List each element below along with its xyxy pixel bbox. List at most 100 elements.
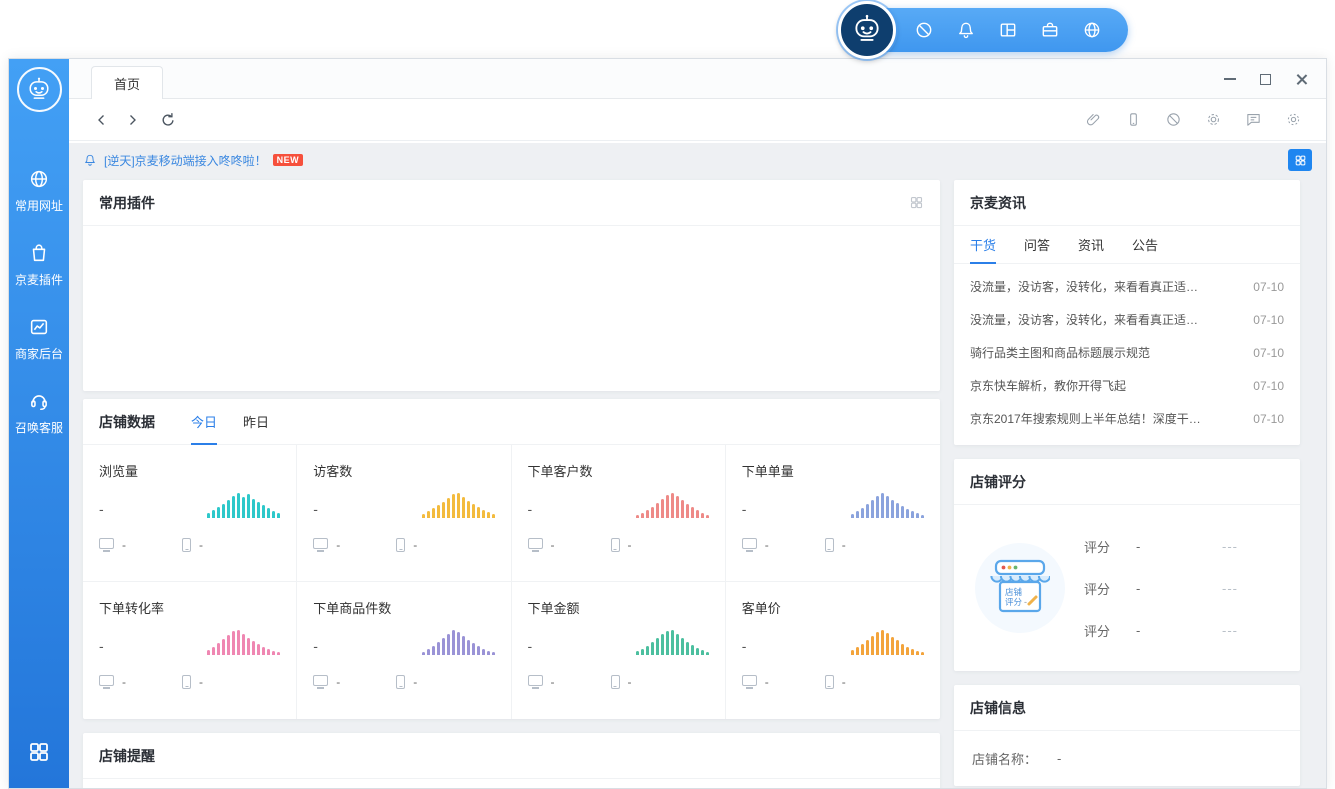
sidebar-item-call-service[interactable]: 召唤客服 bbox=[15, 390, 63, 436]
apps-grid-button[interactable] bbox=[27, 740, 51, 764]
mobile-button[interactable] bbox=[1125, 111, 1142, 128]
refresh-icon bbox=[159, 111, 177, 129]
sidebar-item-label: 常用网址 bbox=[15, 197, 63, 214]
shop-illustration-label: 店铺 bbox=[1005, 587, 1023, 597]
card-header: 京麦资讯 bbox=[954, 180, 1300, 226]
mobile-icon bbox=[396, 675, 405, 689]
shop-data-card: 店铺数据 今日 昨日 浏览量 - bbox=[83, 399, 940, 719]
mobile-metric: - bbox=[396, 538, 417, 552]
new-badge: NEW bbox=[273, 154, 304, 166]
tab-home[interactable]: 首页 bbox=[91, 66, 163, 99]
announcement-action-button[interactable] bbox=[1288, 149, 1312, 171]
news-item[interactable]: 京东2017年搜索规则上半年总结！深度干… 07-10 bbox=[970, 402, 1284, 435]
layout-button[interactable] bbox=[998, 20, 1018, 40]
news-tab-qa[interactable]: 问答 bbox=[1024, 226, 1050, 264]
metric-cell-order-customers: 下单客户数 - - - bbox=[512, 445, 726, 582]
news-item-title: 京东快车解析，教你开得飞起 bbox=[970, 377, 1241, 394]
pc-metric: - bbox=[99, 538, 126, 552]
metric-sparkline bbox=[422, 492, 495, 518]
mobile-icon bbox=[182, 538, 191, 552]
toolbox-icon bbox=[1040, 20, 1060, 40]
news-tab-dry-goods[interactable]: 干货 bbox=[970, 226, 996, 264]
news-tab-announcement[interactable]: 公告 bbox=[1132, 226, 1158, 264]
grid-apps-icon bbox=[27, 740, 51, 764]
back-button[interactable] bbox=[93, 111, 111, 129]
app-window: 常用网址 京麦插件 商家后台 召唤客服 bbox=[8, 58, 1327, 789]
news-item-date: 07-10 bbox=[1253, 379, 1284, 393]
shop-illustration: 店铺 评分 - bbox=[972, 540, 1068, 636]
metric-label: 下单商品件数 bbox=[313, 598, 494, 617]
circle-slash-button[interactable] bbox=[914, 20, 934, 40]
maximize-button[interactable] bbox=[1260, 74, 1271, 85]
metric-value: - bbox=[742, 501, 747, 518]
network-button[interactable] bbox=[1082, 20, 1102, 40]
sidebar-item-common-sites[interactable]: 常用网址 bbox=[15, 168, 63, 214]
metric-value: - bbox=[528, 638, 533, 655]
metric-value: - bbox=[528, 501, 533, 518]
metric-label: 客单价 bbox=[742, 598, 924, 617]
rating-label: 评分 bbox=[1084, 579, 1110, 598]
desktop-icon bbox=[313, 675, 328, 686]
left-column: 常用插件 店铺数据 今日 昨日 bbox=[83, 180, 940, 788]
navbar-right-icons bbox=[1085, 111, 1302, 128]
refresh-button[interactable] bbox=[159, 111, 177, 129]
mobile-icon bbox=[825, 675, 834, 689]
circle-slash-icon bbox=[1165, 111, 1182, 128]
desktop-icon bbox=[99, 538, 114, 549]
metric-value: - bbox=[99, 638, 104, 655]
shop-info-card: 店铺信息 店铺名称： - bbox=[954, 685, 1300, 786]
news-item-date: 07-10 bbox=[1253, 412, 1284, 426]
forward-button[interactable] bbox=[123, 111, 141, 129]
bell-icon bbox=[83, 153, 97, 167]
metric-sparkline bbox=[422, 629, 495, 655]
message-button[interactable] bbox=[1245, 111, 1262, 128]
metric-value: - bbox=[99, 501, 104, 518]
rating-dashes: --- bbox=[1222, 581, 1238, 596]
layout-toggle-button[interactable] bbox=[909, 195, 924, 210]
settings-button[interactable] bbox=[1285, 111, 1302, 128]
mobile-value: - bbox=[199, 538, 203, 552]
prohibit-button[interactable] bbox=[1165, 111, 1182, 128]
tab-today[interactable]: 今日 bbox=[191, 400, 217, 445]
pc-metric: - bbox=[313, 538, 340, 552]
close-button[interactable] bbox=[1295, 73, 1308, 86]
card-title: 店铺评分 bbox=[970, 472, 1026, 492]
metric-sparkline bbox=[851, 492, 924, 518]
right-column: 京麦资讯 干货 问答 资讯 公告 没流量，没访客，没转化，来看看真正适… 07-… bbox=[954, 180, 1300, 786]
sidebar-item-merchant-backend[interactable]: 商家后台 bbox=[15, 316, 63, 362]
shop-info-label: 店铺名称： bbox=[972, 749, 1037, 768]
announcement-text[interactable]: [逆天]京麦移动端接入咚咚啦！ bbox=[104, 152, 267, 169]
sidebar-item-jm-plugins[interactable]: 京麦插件 bbox=[15, 242, 63, 288]
tab-yesterday[interactable]: 昨日 bbox=[243, 400, 269, 445]
bell-icon bbox=[956, 20, 976, 40]
metric-cell-pageviews: 浏览量 - - - bbox=[83, 445, 297, 582]
attachment-button[interactable] bbox=[1085, 111, 1102, 128]
line-chart-icon bbox=[28, 316, 50, 338]
globe-icon bbox=[28, 168, 50, 190]
metric-sparkline bbox=[636, 629, 709, 655]
mobile-value: - bbox=[842, 675, 846, 689]
news-tab-info[interactable]: 资讯 bbox=[1078, 226, 1104, 264]
notification-button[interactable] bbox=[956, 20, 976, 40]
metric-label: 下单金额 bbox=[528, 598, 709, 617]
plugin-button[interactable] bbox=[1205, 111, 1222, 128]
news-item[interactable]: 京东快车解析，教你开得飞起 07-10 bbox=[970, 369, 1284, 402]
news-item-title: 骑行品类主图和商品标题展示规范 bbox=[970, 344, 1241, 361]
pc-metric: - bbox=[99, 675, 126, 689]
news-item[interactable]: 没流量，没访客，没转化，来看看真正适… 07-10 bbox=[970, 270, 1284, 303]
shop-reminder-card: 店铺提醒 bbox=[83, 733, 940, 788]
robot-icon bbox=[25, 76, 53, 104]
robot-avatar-button[interactable] bbox=[838, 1, 896, 59]
pc-value: - bbox=[765, 538, 769, 552]
desktop-icon bbox=[742, 675, 757, 686]
mobile-metric: - bbox=[825, 675, 846, 689]
news-item[interactable]: 骑行品类主图和商品标题展示规范 07-10 bbox=[970, 336, 1284, 369]
navigation-bar bbox=[69, 99, 1326, 141]
main-area: 首页 bbox=[69, 59, 1326, 788]
toolbox-button[interactable] bbox=[1040, 20, 1060, 40]
news-card: 京麦资讯 干货 问答 资讯 公告 没流量，没访客，没转化，来看看真正适… 07-… bbox=[954, 180, 1300, 445]
rating-dashes: --- bbox=[1222, 539, 1238, 554]
news-item[interactable]: 没流量，没访客，没转化，来看看真正适… 07-10 bbox=[970, 303, 1284, 336]
minimize-button[interactable] bbox=[1224, 78, 1236, 80]
shop-illustration-value: - bbox=[1024, 597, 1027, 607]
